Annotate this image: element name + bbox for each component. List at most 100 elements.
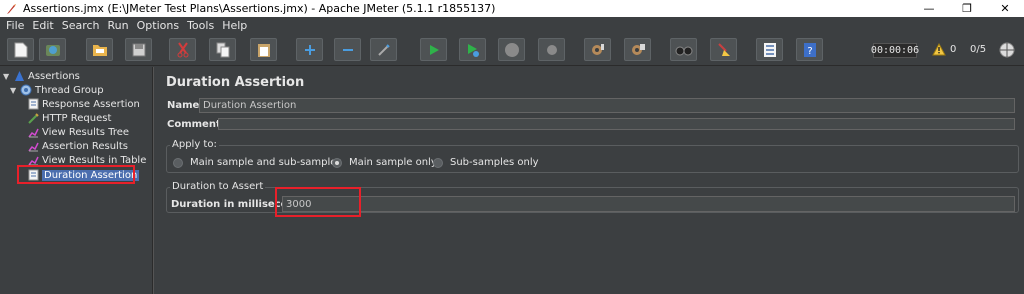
highlight-annotation-duration <box>275 187 361 217</box>
cut-button[interactable] <box>169 38 196 61</box>
wand-icon <box>377 43 390 56</box>
expand-all-button[interactable] <box>296 38 323 61</box>
collapse-all-button[interactable] <box>334 38 361 61</box>
radio-label: Main sample and sub-samples <box>190 157 342 168</box>
tree-node-response-assertion[interactable]: Response Assertion <box>27 97 140 111</box>
radio-button[interactable] <box>433 157 443 168</box>
clear-all-button[interactable] <box>624 38 651 61</box>
start-button[interactable] <box>420 38 447 61</box>
start-no-pauses-button[interactable] <box>459 38 486 61</box>
test-plan-tree: ▼ Assertions ▼ Thread Group Response Ass… <box>0 67 153 294</box>
save-icon <box>132 43 145 56</box>
svg-text:?: ? <box>807 46 812 57</box>
chart-icon <box>27 140 39 152</box>
radio-button[interactable] <box>173 157 183 168</box>
open-button[interactable] <box>86 38 113 61</box>
radio-main-sample-only[interactable]: Main sample only <box>332 157 437 168</box>
warning-count: 0 <box>950 44 957 55</box>
menu-run[interactable]: Run <box>104 19 133 32</box>
templates-icon <box>45 44 60 56</box>
templates-button[interactable] <box>39 38 66 61</box>
scissors-icon <box>177 41 188 57</box>
play-no-pause-icon <box>467 43 479 57</box>
gear-icon <box>20 84 32 96</box>
tree-node-label: Response Assertion <box>42 98 140 110</box>
menu-help[interactable]: Help <box>218 19 251 32</box>
elapsed-timer: 00:00:06 <box>870 43 920 58</box>
radio-button-selected[interactable] <box>332 157 342 168</box>
radio-label: Main sample only <box>349 157 437 168</box>
window-title: Assertions.jmx (E:\JMeter Test Plans\Ass… <box>23 2 496 15</box>
radio-main-and-sub-samples[interactable]: Main sample and sub-samples <box>173 157 342 168</box>
duration-input[interactable]: 3000 <box>282 196 1015 212</box>
name-field[interactable]: Duration Assertion <box>199 98 1015 113</box>
test-plan-icon <box>13 70 25 82</box>
comments-field[interactable] <box>218 118 1015 130</box>
tree-node-label: View Results in Table <box>42 154 147 166</box>
help-button[interactable]: ? <box>796 38 823 61</box>
reset-search-button[interactable] <box>710 38 737 61</box>
pencil-icon <box>27 112 39 124</box>
tree-node-http-request[interactable]: HTTP Request <box>27 111 111 125</box>
help-book-icon: ? <box>803 42 816 57</box>
assertion-panel: Duration Assertion Name: Duration Assert… <box>158 67 1024 294</box>
paste-button[interactable] <box>250 38 277 61</box>
maximize-button[interactable]: ❐ <box>948 0 986 17</box>
menu-options[interactable]: Options <box>133 19 183 32</box>
minimize-button[interactable]: — <box>910 0 948 17</box>
active-threads: 0/5 <box>970 44 987 55</box>
binoculars-icon <box>675 46 692 55</box>
window-controls: — ❐ ✕ <box>910 0 1024 17</box>
minus-icon <box>342 48 353 51</box>
broom-gear-all-icon <box>631 43 645 55</box>
remote-globe-icon[interactable] <box>999 42 1015 61</box>
plus-icon <box>304 44 315 55</box>
page-title: Duration Assertion <box>166 75 305 90</box>
broom-icon <box>717 42 730 56</box>
tree-expand-toggle[interactable]: ▼ <box>3 72 12 81</box>
menu-file[interactable]: File <box>2 19 28 32</box>
tree-node-label: Thread Group <box>35 84 104 96</box>
chart-icon <box>27 126 39 138</box>
highlight-annotation-tree <box>17 165 135 184</box>
radio-sub-samples-only[interactable]: Sub-samples only <box>433 157 539 168</box>
tree-node-label: Assertion Results <box>42 140 128 152</box>
function-helper-button[interactable] <box>756 38 783 61</box>
new-button[interactable] <box>7 38 34 61</box>
tree-expand-toggle[interactable]: ▼ <box>10 86 19 95</box>
stop-icon <box>504 42 519 57</box>
folder-icon <box>92 44 107 56</box>
toolbar: ? 00:00:06 0 0/5 <box>0 34 1024 66</box>
copy-button[interactable] <box>209 38 236 61</box>
apply-to-legend: Apply to: <box>170 139 219 150</box>
close-button[interactable]: ✕ <box>986 0 1024 17</box>
menu-edit[interactable]: Edit <box>28 19 57 32</box>
jmeter-feather-icon <box>4 2 18 16</box>
tree-node-assertion-results[interactable]: Assertion Results <box>27 139 128 153</box>
menu-search[interactable]: Search <box>58 19 104 32</box>
copy-icon <box>216 42 229 57</box>
tree-node-test-plan[interactable]: ▼ Assertions <box>3 69 80 83</box>
shutdown-button[interactable] <box>538 38 565 61</box>
menu-bar: File Edit Search Run Options Tools Help <box>0 17 1024 34</box>
stop-button[interactable] <box>498 38 525 61</box>
tree-node-thread-group[interactable]: ▼ Thread Group <box>10 83 104 97</box>
tree-node-label: HTTP Request <box>42 112 112 124</box>
name-label: Name: <box>167 100 204 111</box>
assertion-icon <box>27 98 39 110</box>
title-bar: Assertions.jmx (E:\JMeter Test Plans\Ass… <box>0 0 1024 17</box>
save-button[interactable] <box>125 38 152 61</box>
jmeter-window: Assertions.jmx (E:\JMeter Test Plans\Ass… <box>0 0 1024 294</box>
list-icon <box>763 42 776 57</box>
menu-tools[interactable]: Tools <box>183 19 218 32</box>
duration-legend: Duration to Assert <box>170 181 266 192</box>
warning-icon[interactable] <box>932 42 946 59</box>
shutdown-icon <box>546 44 557 55</box>
tree-node-label: View Results Tree <box>42 126 130 138</box>
search-button[interactable] <box>670 38 697 61</box>
clipboard-icon <box>257 43 270 57</box>
clear-button[interactable] <box>584 38 611 61</box>
radio-label: Sub-samples only <box>450 157 539 168</box>
toggle-button[interactable] <box>370 38 397 61</box>
tree-node-view-results-tree[interactable]: View Results Tree <box>27 125 129 139</box>
